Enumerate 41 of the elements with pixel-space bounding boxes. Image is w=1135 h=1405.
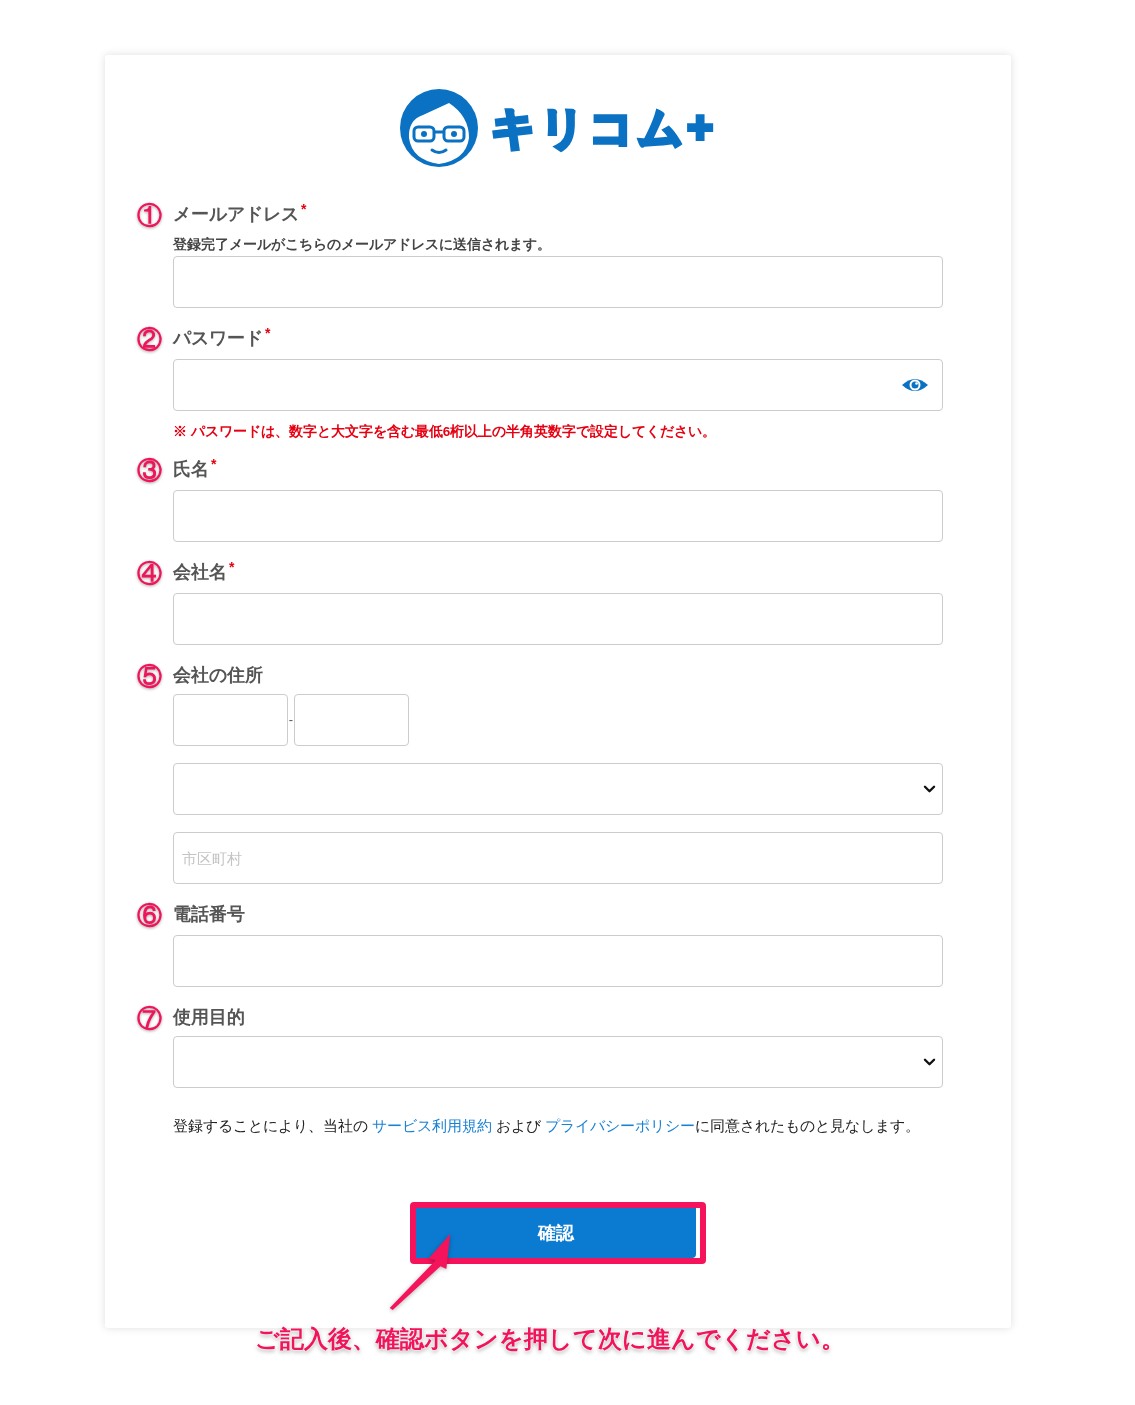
eye-icon[interactable] (901, 376, 929, 394)
text-field[interactable] (173, 935, 943, 987)
required-mark: * (229, 560, 235, 574)
text-field[interactable] (173, 490, 943, 542)
dropdown-field[interactable] (173, 763, 943, 815)
field-label: 電話番号 (173, 903, 245, 926)
required-mark: * (265, 326, 271, 340)
chevron-down-icon (923, 784, 936, 794)
required-mark: * (211, 457, 217, 471)
field-label: 氏名 (173, 458, 209, 481)
text-link[interactable]: サービス利用規約 (372, 1118, 493, 1134)
required-mark: * (301, 202, 307, 216)
step-number: ① (137, 201, 162, 229)
step-number: ② (137, 325, 162, 353)
cartoon-face-logo-icon (399, 88, 480, 168)
password-rule-note: ※ パスワードは、数字と大文字を含む最低6桁以上の半角英数字で設定してください。 (173, 424, 718, 439)
step-number: ⑦ (137, 1004, 162, 1032)
step-number: ⑥ (137, 901, 162, 929)
postal-code-field[interactable] (294, 694, 409, 746)
text-link[interactable]: プライバシーポリシー (545, 1118, 696, 1134)
postal-separator: - (288, 713, 294, 727)
field-label: パスワード (173, 327, 263, 350)
field-label: 使用目的 (173, 1006, 245, 1029)
step-number: ⑤ (137, 662, 162, 690)
text-field[interactable] (173, 256, 943, 308)
field-label: メールアドレス (173, 203, 299, 226)
postal-code-field[interactable] (173, 694, 288, 746)
step-number: ③ (137, 456, 162, 484)
field-label: 会社名 (173, 561, 227, 584)
field-label: 会社の住所 (173, 664, 263, 687)
callout-text: ご記入後、確認ボタンを押して次に進んでください。 (255, 1324, 845, 1354)
text-field[interactable] (173, 593, 943, 645)
city-field[interactable]: 市区町村 (173, 832, 943, 884)
confirm-button[interactable]: 確認 (416, 1208, 696, 1258)
logo-text: キリコム+ (491, 106, 717, 150)
field-hint: 登録完了メールがこちらのメールアドレスに送信されます。 (173, 237, 552, 252)
step-number: ④ (137, 559, 162, 587)
password-field[interactable] (173, 359, 943, 411)
consent-text: 登録することにより、当社の サービス利用規約 および プライバシーポリシーに同意されたものと見なします。 (173, 1117, 922, 1136)
dropdown-field[interactable] (173, 1036, 943, 1088)
chevron-down-icon (923, 1057, 936, 1067)
